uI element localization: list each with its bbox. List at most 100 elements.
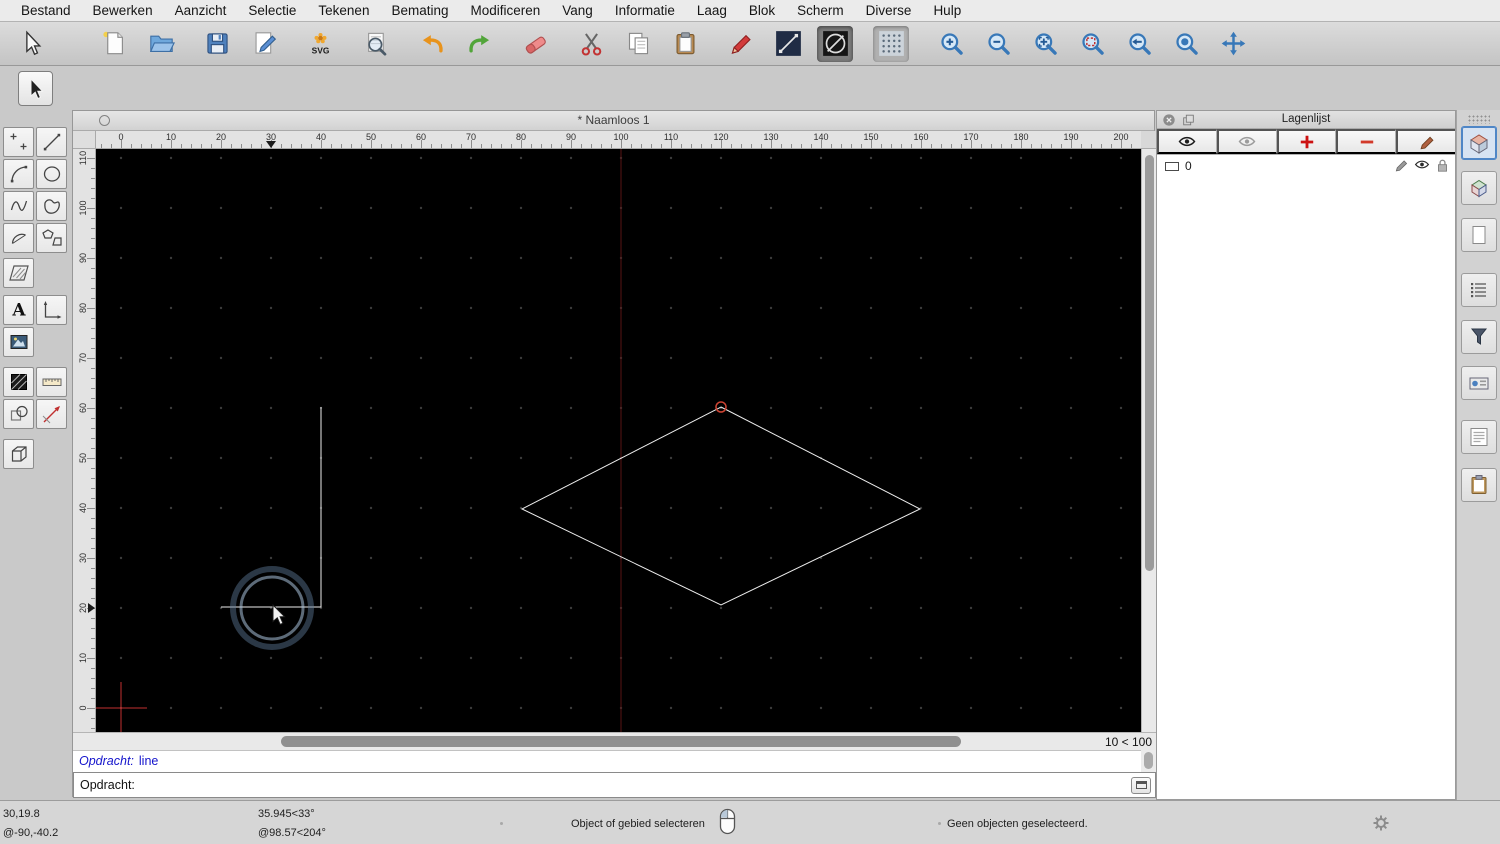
drawing-svg[interactable] [96, 149, 1141, 732]
paste-button[interactable] [667, 26, 703, 62]
command-input[interactable] [139, 775, 1131, 795]
box-3d-tool[interactable] [3, 439, 34, 469]
sheet-panel-button[interactable] [1461, 218, 1497, 252]
measure-ruler-tool[interactable] [36, 367, 67, 397]
layer-lock-icon[interactable] [1436, 158, 1449, 173]
points-tool[interactable] [3, 127, 34, 157]
new-document-button[interactable] [96, 26, 132, 62]
svg-export-button[interactable]: SVG [302, 26, 338, 62]
text-tool[interactable]: A [3, 295, 34, 325]
print-layout-panel-button[interactable] [1461, 366, 1497, 400]
menu-item-hulp[interactable]: Hulp [922, 0, 972, 22]
menu-item-diverse[interactable]: Diverse [855, 0, 923, 22]
zoom-extents-button[interactable] [1027, 26, 1063, 62]
select-cursor-icon [19, 30, 46, 57]
select-tool-button[interactable] [14, 26, 50, 62]
menu-item-aanzicht[interactable]: Aanzicht [164, 0, 238, 22]
ruler-h-label: 170 [963, 132, 978, 142]
copy-button[interactable] [620, 26, 656, 62]
image-tool[interactable] [3, 327, 34, 357]
undo-button[interactable] [414, 26, 450, 62]
history-scrollbar-thumb[interactable] [1144, 752, 1153, 769]
add-layer-button[interactable] [1277, 129, 1337, 154]
vertical-scrollbar[interactable] [1141, 149, 1156, 732]
zoom-previous-button[interactable] [1121, 26, 1157, 62]
save-button[interactable] [199, 26, 235, 62]
print-preview-button[interactable] [358, 26, 394, 62]
menu-item-bewerken[interactable]: Bewerken [82, 0, 164, 22]
drag-grip-icon[interactable] [1468, 115, 1490, 124]
menu-item-tekenen[interactable]: Tekenen [307, 0, 380, 22]
grid-snap-button[interactable] [873, 26, 909, 62]
redo-button[interactable] [461, 26, 497, 62]
current-tool-button[interactable] [18, 71, 53, 106]
shape-edit-tool[interactable] [3, 399, 34, 429]
open-file-button[interactable] [143, 26, 179, 62]
edit-layer-button[interactable] [1396, 129, 1455, 154]
properties-panel-button[interactable] [1461, 126, 1497, 160]
layer-row[interactable]: 0 [1157, 155, 1455, 177]
spline-tool[interactable] [3, 191, 34, 221]
pan-button[interactable] [1215, 26, 1251, 62]
menu-item-vang[interactable]: Vang [551, 0, 604, 22]
grid-dot [220, 157, 222, 159]
grid-dot [370, 507, 372, 509]
ellipse-nofill-button[interactable] [817, 26, 853, 62]
freeform-tool[interactable] [36, 191, 67, 221]
hatch-fill-tool[interactable] [3, 367, 34, 397]
edit-drawing-button[interactable] [246, 26, 282, 62]
history-scrollbar[interactable] [1141, 750, 1156, 772]
zoom-selection-button[interactable] [1168, 26, 1204, 62]
notes-panel-button[interactable] [1461, 420, 1497, 454]
cut-button[interactable] [573, 26, 609, 62]
menu-item-blok[interactable]: Blok [738, 0, 786, 22]
horizontal-scrollbar[interactable]: 10 < 100 [73, 732, 1156, 750]
vertical-scrollbar-thumb[interactable] [1145, 155, 1154, 571]
hatch-shape-tool[interactable] [3, 258, 34, 288]
ruler-h-marker[interactable] [266, 141, 276, 148]
views-panel-button[interactable] [1461, 171, 1497, 205]
layers-panel: Lagenlijst 0 [1156, 110, 1456, 800]
pen-button[interactable] [723, 26, 759, 62]
drawing-canvas[interactable] [96, 149, 1141, 732]
line-style-button[interactable] [770, 26, 806, 62]
close-panel-icon[interactable] [1162, 113, 1176, 127]
arc-chord-tool[interactable] [3, 223, 34, 253]
menu-item-bestand[interactable]: Bestand [10, 0, 82, 22]
ruler-v-marker[interactable] [88, 603, 95, 613]
menu-item-scherm[interactable]: Scherm [786, 0, 855, 22]
menu-item-laag[interactable]: Laag [686, 0, 738, 22]
dimension-arrow-tool[interactable] [36, 399, 67, 429]
layer-visibility-eye-icon[interactable] [1414, 158, 1430, 171]
zoom-in-button[interactable] [933, 26, 969, 62]
ellipse-tool[interactable] [36, 159, 67, 189]
hatch-shape-icon [8, 262, 30, 284]
layer-edit-pencil-icon[interactable] [1394, 158, 1408, 172]
line-tool[interactable] [36, 127, 67, 157]
layer-color-swatch[interactable] [1165, 162, 1179, 171]
menu-item-bemating[interactable]: Bemating [380, 0, 459, 22]
show-all-layers-button[interactable] [1157, 129, 1217, 154]
filter-panel-button[interactable] [1461, 320, 1497, 354]
horizontal-scrollbar-thumb[interactable] [281, 736, 961, 747]
clipboard-panel-button[interactable] [1461, 468, 1497, 502]
grid-dot [120, 457, 122, 459]
polygon-tool[interactable] [36, 223, 67, 253]
zoom-window-button[interactable] [1074, 26, 1110, 62]
zoom-out-button[interactable] [980, 26, 1016, 62]
document-titlebar[interactable]: * Naamloos 1 [73, 111, 1154, 131]
menu-item-informatie[interactable]: Informatie [604, 0, 686, 22]
menu-item-selectie[interactable]: Selectie [237, 0, 307, 22]
command-expand-button[interactable] [1131, 777, 1151, 794]
remove-layer-button[interactable] [1336, 129, 1396, 154]
hatch-fill-icon [8, 371, 30, 393]
dimension-corner-tool[interactable] [36, 295, 67, 325]
erase-button[interactable] [517, 26, 553, 62]
list-panel-button[interactable] [1461, 273, 1497, 307]
arc-tool[interactable] [3, 159, 34, 189]
blank-sheet-icon [1465, 222, 1493, 248]
menu-item-modificeren[interactable]: Modificeren [460, 0, 552, 22]
gear-icon[interactable] [1372, 814, 1390, 832]
hide-layers-button[interactable] [1217, 129, 1277, 154]
dock-panel-icon[interactable] [1181, 113, 1196, 127]
